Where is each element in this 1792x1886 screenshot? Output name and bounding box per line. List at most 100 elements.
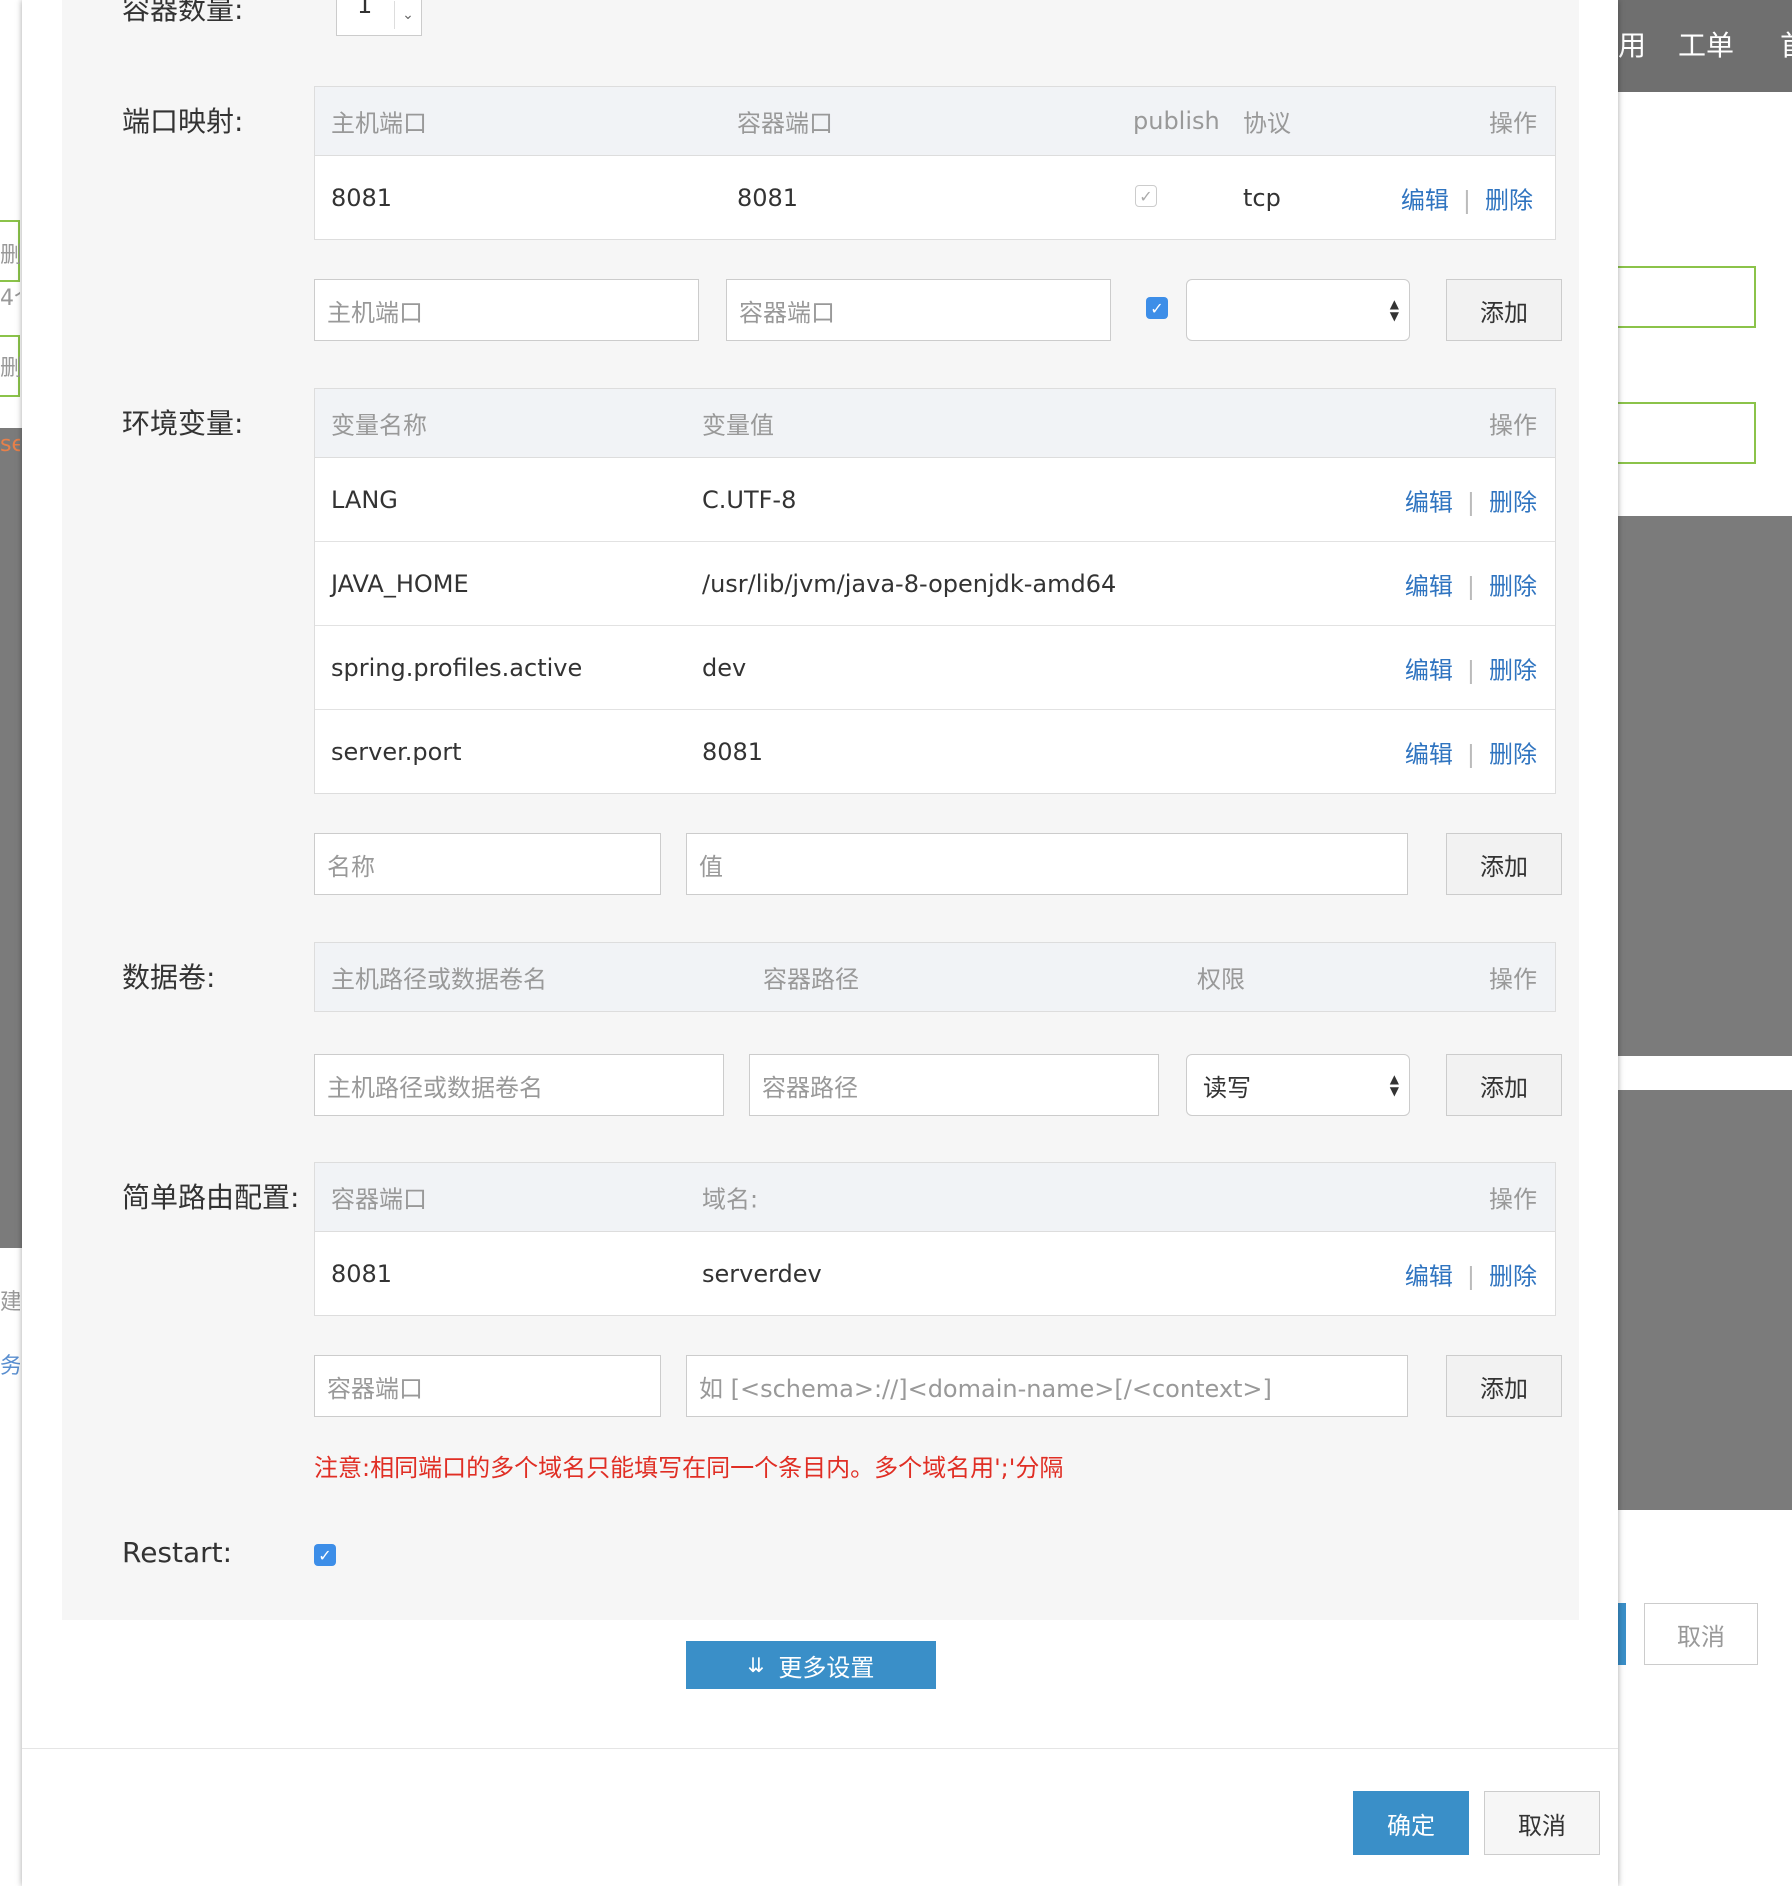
cancel-button[interactable]: 取消 (1484, 1791, 1600, 1855)
header-route-port: 容器端口 (331, 1185, 427, 1214)
select-arrows-icon: ▲ ▼ (1389, 1072, 1399, 1098)
add-volume-button[interactable]: 添加 (1446, 1054, 1562, 1116)
header-protocol: 协议 (1243, 109, 1291, 138)
background-right-overlay (1616, 1090, 1792, 1510)
confirm-button[interactable]: 确定 (1353, 1791, 1469, 1855)
permission-select[interactable]: 读写 ▲ ▼ (1186, 1054, 1410, 1116)
route-port-cell: 8081 (331, 1259, 393, 1288)
background-right-input (1616, 266, 1756, 328)
env-name-cell: spring.profiles.active (331, 653, 583, 682)
background-nav-item: 用 (1618, 29, 1647, 62)
add-route-button[interactable]: 添加 (1446, 1355, 1562, 1417)
header-container-port: 容器端口 (737, 109, 833, 138)
add-env-button[interactable]: 添加 (1446, 833, 1562, 895)
background-right-overlay (1616, 516, 1792, 1056)
table-row: 8081 serverdev 编辑 | 删除 (315, 1232, 1555, 1315)
header-host-port: 主机端口 (331, 109, 427, 138)
header-host-path: 主机路径或数据卷名 (331, 965, 547, 994)
background-right-input (1616, 402, 1756, 464)
edit-link[interactable]: 编辑 (1405, 1262, 1453, 1290)
new-publish-checkbox[interactable]: ✓ (1146, 297, 1168, 319)
row-actions: 编辑 | 删除 (1405, 566, 1537, 601)
edit-link[interactable]: 编辑 (1405, 740, 1453, 768)
new-host-port-input[interactable]: 主机端口 (314, 279, 699, 341)
volumes-header: 主机路径或数据卷名 容器路径 权限 操作 (315, 943, 1555, 1011)
env-value-cell: C.UTF-8 (702, 485, 797, 514)
port-mapping-label: 端口映射: (122, 105, 244, 138)
double-chevron-down-icon: ⇊ (747, 1653, 765, 1677)
header-ops: 操作 (1489, 965, 1537, 994)
edit-link[interactable]: 编辑 (1405, 488, 1453, 516)
restart-checkbox[interactable]: ✓ (314, 1544, 336, 1566)
volumes-label: 数据卷: (122, 961, 216, 994)
table-row: LANG C.UTF-8 编辑 | 删除 (315, 458, 1555, 542)
permission-value: 读写 (1203, 1073, 1251, 1102)
env-name-cell: server.port (331, 737, 462, 766)
new-route-port-input[interactable]: 容器端口 (314, 1355, 661, 1417)
header-permission: 权限 (1197, 965, 1245, 994)
header-ops: 操作 (1489, 411, 1537, 440)
port-mapping-table: 主机端口 容器端口 publish 协议 操作 8081 8081 ✓ tcp … (314, 86, 1556, 240)
delete-link[interactable]: 删除 (1489, 572, 1537, 600)
background-left-text: se (0, 432, 20, 457)
new-container-path-input[interactable]: 容器路径 (749, 1054, 1159, 1116)
separator: | (1466, 656, 1475, 684)
footer-divider (22, 1748, 1618, 1749)
header-var-value: 变量值 (702, 411, 774, 440)
new-env-value-input[interactable]: 值 (686, 833, 1408, 895)
background-left-text: 务 (0, 1354, 20, 1379)
publish-checkbox-disabled: ✓ (1135, 185, 1157, 207)
delete-link[interactable]: 删除 (1489, 1262, 1537, 1290)
header-domain: 域名: (702, 1185, 759, 1214)
add-port-button[interactable]: 添加 (1446, 279, 1562, 341)
background-left-text: 建机 (0, 1290, 20, 1315)
separator: | (1466, 572, 1475, 600)
more-settings-button[interactable]: ⇊ 更多设置 (686, 1641, 936, 1689)
env-name-cell: LANG (331, 485, 398, 514)
table-row: server.port 8081 编辑 | 删除 (315, 710, 1555, 793)
host-port-cell: 8081 (331, 183, 393, 212)
container-count-label: 容器数量: (122, 0, 244, 26)
separator: | (1462, 186, 1471, 214)
background-nav-item: 首 (1780, 24, 1792, 64)
table-row: JAVA_HOME /usr/lib/jvm/java-8-openjdk-am… (315, 542, 1555, 626)
header-container-path: 容器路径 (763, 965, 859, 994)
routes-label: 简单路由配置: (122, 1181, 300, 1214)
separator: | (1466, 740, 1475, 768)
row-actions: 编辑 | 删除 (1405, 650, 1537, 685)
delete-link[interactable]: 删除 (1489, 656, 1537, 684)
container-count-select[interactable]: 1 ⌄ (336, 0, 422, 36)
delete-link[interactable]: 删除 (1485, 186, 1533, 214)
chevron-down-icon: ⌄ (394, 1, 421, 29)
row-actions: 编辑 | 删除 (1405, 1256, 1537, 1291)
routes-header: 容器端口 域名: 操作 (315, 1163, 1555, 1232)
new-host-path-input[interactable]: 主机路径或数据卷名 (314, 1054, 724, 1116)
routes-note: 注意:相同端口的多个域名只能填写在同一个条目内。多个域名用';'分隔 (314, 1454, 1064, 1482)
env-label: 环境变量: (122, 407, 244, 440)
background-left-text: 删 (0, 356, 20, 381)
background-cancel-button: 取消 (1644, 1603, 1758, 1665)
restart-label: Restart: (122, 1536, 233, 1569)
edit-link[interactable]: 编辑 (1401, 186, 1449, 214)
new-container-port-input[interactable]: 容器端口 (726, 279, 1111, 341)
env-header: 变量名称 变量值 操作 (315, 389, 1555, 458)
table-row: 8081 8081 ✓ tcp 编辑 | 删除 (315, 156, 1555, 239)
delete-link[interactable]: 删除 (1489, 740, 1537, 768)
modal-dialog: 容器数量: 1 ⌄ 端口映射: 主机端口 容器端口 publish 协议 操作 … (22, 0, 1618, 1886)
volumes-table: 主机路径或数据卷名 容器路径 权限 操作 (314, 942, 1556, 1012)
row-actions: 编辑 | 删除 (1401, 180, 1533, 215)
route-domain-cell: serverdev (702, 1259, 822, 1288)
row-actions: 编辑 | 删除 (1405, 734, 1537, 769)
edit-link[interactable]: 编辑 (1405, 656, 1453, 684)
new-protocol-select[interactable]: ▲ ▼ (1186, 279, 1410, 341)
delete-link[interactable]: 删除 (1489, 488, 1537, 516)
separator: | (1466, 1262, 1475, 1290)
header-ops: 操作 (1489, 1185, 1537, 1214)
new-route-domain-input[interactable]: 如 [<schema>://]<domain-name>[/<context>] (686, 1355, 1408, 1417)
header-ops: 操作 (1489, 109, 1537, 138)
background-nav-item: 工单 (1678, 29, 1735, 62)
new-env-name-input[interactable]: 名称 (314, 833, 661, 895)
env-value-cell: /usr/lib/jvm/java-8-openjdk-amd64 (702, 569, 1117, 598)
env-name-cell: JAVA_HOME (331, 569, 469, 598)
edit-link[interactable]: 编辑 (1405, 572, 1453, 600)
